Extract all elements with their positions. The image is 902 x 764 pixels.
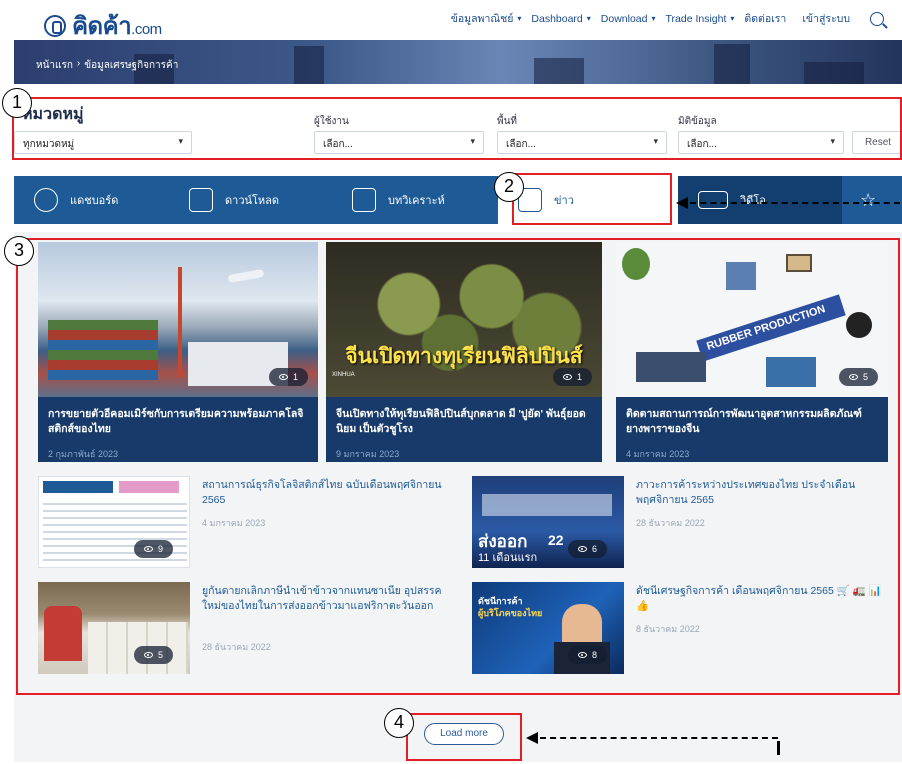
annotation-badge-1: 1	[2, 88, 32, 118]
skyline-shape	[294, 46, 324, 84]
breadcrumb: หน้าแรก › ข้อมูลเศรษฐกิจการค้า	[36, 58, 178, 73]
nav-contact[interactable]: ติดต่อเรา	[744, 10, 786, 27]
main-nav: ข้อมูลพาณิชย์ ▾ Dashboard ▾ Download ▾ Trad…	[451, 10, 884, 27]
tab-analysis[interactable]: บทวิเคราะห์	[332, 176, 498, 224]
tab-dashboard[interactable]: แดชบอร์ด	[14, 176, 169, 224]
tab-favorites[interactable]: ☆	[842, 176, 902, 224]
star-icon: ☆	[860, 189, 877, 210]
analysis-document-icon	[352, 188, 376, 212]
logo-suffix: .com	[131, 21, 162, 38]
content-tabs: แดชบอร์ด ดาวน์โหลด บทวิเคราะห์ ข่าว วิดี…	[14, 176, 902, 224]
annotation-badge-2: 2	[494, 172, 524, 202]
nav-login[interactable]: เข้าสู่ระบบ	[802, 10, 850, 27]
dashed-arrow-line	[540, 737, 778, 739]
nav-download[interactable]: Download ▾	[601, 13, 656, 25]
search-icon[interactable]	[870, 11, 884, 26]
skyline-shape	[534, 58, 584, 84]
logo-text: คิดค้า	[72, 13, 132, 40]
annotation-badge-3: 3	[4, 236, 34, 266]
annotation-box-2	[512, 173, 672, 225]
chevron-down-icon: ▾	[730, 14, 735, 23]
breadcrumb-current: ข้อมูลเศรษฐกิจการค้า	[84, 60, 179, 71]
annotation-box-1	[12, 97, 902, 160]
nav-commerce-data[interactable]: ข้อมูลพาณิชย์ ▾	[451, 10, 522, 27]
video-film-icon	[698, 191, 728, 209]
annotation-box-3	[16, 238, 900, 695]
hero-banner: หน้าแรก › ข้อมูลเศรษฐกิจการค้า	[14, 40, 902, 84]
tab-download[interactable]: ดาวน์โหลด	[169, 176, 332, 224]
breadcrumb-separator: ›	[76, 58, 81, 69]
download-list-icon	[189, 188, 213, 212]
nav-dashboard[interactable]: Dashboard ▾	[531, 13, 590, 25]
dashed-arrow-line	[690, 202, 900, 204]
arrow-head-icon	[676, 197, 688, 209]
arrow-tail-line	[777, 741, 780, 755]
arrow-head-icon	[526, 732, 538, 744]
chevron-down-icon: ▾	[517, 14, 522, 23]
breadcrumb-home[interactable]: หน้าแรก	[36, 58, 73, 73]
chevron-down-icon: ▾	[586, 14, 591, 23]
chevron-down-icon: ▾	[651, 14, 656, 23]
logo-icon	[44, 14, 66, 37]
dashboard-gauge-icon	[34, 188, 58, 212]
tab-video[interactable]: วิดีโอ	[678, 176, 842, 224]
annotation-box-4	[406, 713, 522, 761]
skyline-shape	[804, 62, 864, 84]
nav-trade-insight[interactable]: Trade Insight ▾	[666, 13, 735, 25]
top-header: คิดค้า.com ข้อมูลพาณิชย์ ▾ Dashboard ▾ Dow…	[0, 0, 902, 40]
skyline-shape	[714, 44, 750, 84]
annotation-badge-4: 4	[384, 708, 414, 738]
